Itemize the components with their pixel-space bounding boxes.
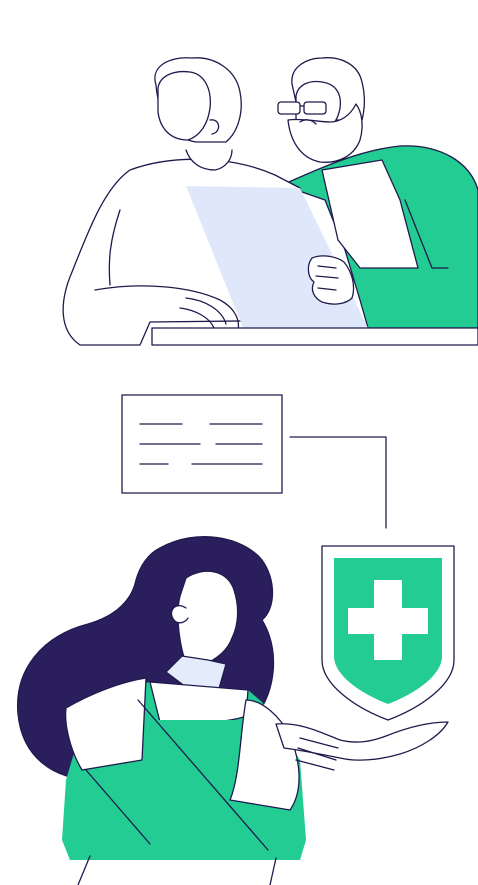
woman-top-face — [157, 70, 211, 141]
bottom-edge-lines — [77, 855, 277, 885]
connector-line — [289, 436, 387, 529]
woman-ear — [170, 605, 189, 624]
woman-hand — [275, 721, 449, 761]
health-shield-icon — [321, 545, 455, 721]
document-hand — [307, 255, 355, 305]
elderly-couple-scene — [62, 57, 478, 346]
illustration-page — [0, 0, 478, 885]
table-edge — [151, 327, 478, 346]
health-insurance-illustration — [17, 57, 478, 885]
bottom-scene — [17, 394, 455, 885]
